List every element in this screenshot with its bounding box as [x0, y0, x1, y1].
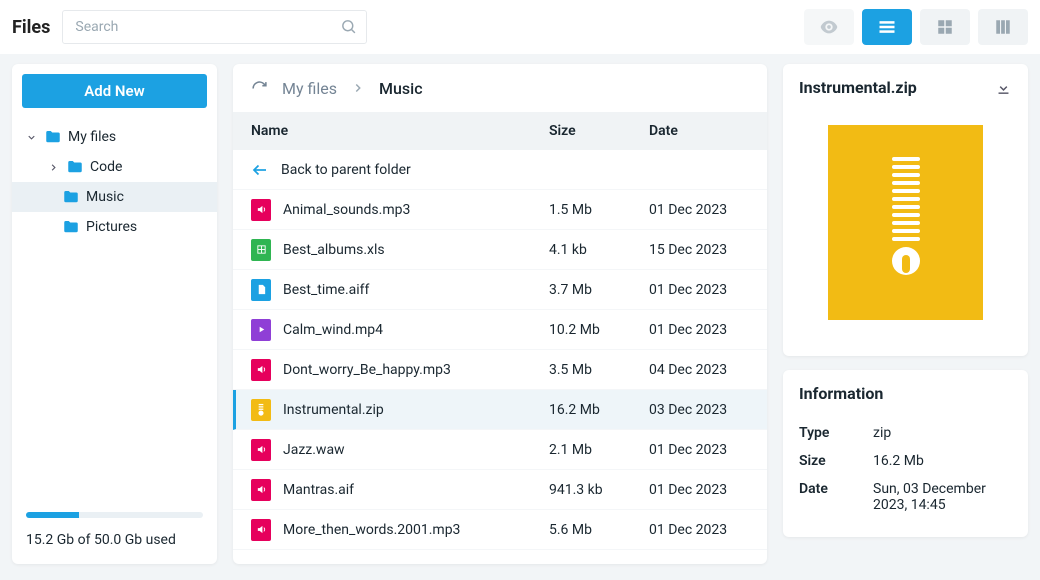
breadcrumb-parent[interactable]: My files	[282, 79, 337, 98]
file-file-icon	[251, 279, 271, 301]
tree-item[interactable]: Pictures	[12, 212, 217, 242]
back-label: Back to parent folder	[281, 162, 411, 178]
folder-icon	[62, 188, 80, 206]
storage-text: 15.2 Gb of 50.0 Gb used	[26, 532, 203, 548]
info-row: Typezip	[799, 419, 1012, 447]
tree-item-label: Music	[86, 189, 124, 205]
file-row[interactable]: Instrumental.zip 16.2 Mb03 Dec 2023	[233, 390, 767, 430]
file-row[interactable]: Best_albums.xls 4.1 kb15 Dec 2023	[233, 230, 767, 270]
refresh-icon[interactable]	[251, 80, 268, 97]
info-panel: Information TypezipSize16.2 MbDateSun, 0…	[783, 370, 1028, 537]
file-date: 01 Dec 2023	[649, 482, 767, 498]
file-name: Animal_sounds.mp3	[283, 202, 410, 218]
column-header-date[interactable]: Date	[649, 123, 767, 139]
file-name: Mantras.aif	[283, 482, 354, 498]
file-size: 5.6 Mb	[549, 522, 649, 538]
arrow-left-icon	[251, 161, 269, 179]
file-row[interactable]: Best_time.aiff 3.7 Mb01 Dec 2023	[233, 270, 767, 310]
file-list-panel: My files Music Name Size Date Back to pa…	[233, 64, 767, 564]
file-date: 01 Dec 2023	[649, 202, 767, 218]
video-file-icon	[251, 319, 271, 341]
file-size: 3.5 Mb	[549, 362, 649, 378]
folder-tree: My files Code Music Pictures	[12, 118, 217, 500]
file-size: 3.7 Mb	[549, 282, 649, 298]
search-box	[62, 10, 367, 44]
file-size: 10.2 Mb	[549, 322, 649, 338]
file-name: Dont_worry_Be_happy.mp3	[283, 362, 451, 378]
audio-file-icon	[251, 199, 271, 221]
folder-icon	[44, 128, 62, 146]
info-title: Information	[799, 384, 1012, 403]
file-name: More_then_words.2001.mp3	[283, 522, 460, 538]
file-name: Instrumental.zip	[283, 402, 384, 418]
file-row[interactable]: Dont_worry_Be_happy.mp3 3.5 Mb04 Dec 2023	[233, 350, 767, 390]
breadcrumb-current: Music	[379, 79, 423, 98]
file-date: 03 Dec 2023	[649, 402, 767, 418]
file-row[interactable]: Animal_sounds.mp3 1.5 Mb01 Dec 2023	[233, 190, 767, 230]
tree-item[interactable]: Code	[12, 152, 217, 182]
file-date: 01 Dec 2023	[649, 522, 767, 538]
file-row[interactable]: Jazz.waw 2.1 Mb01 Dec 2023	[233, 430, 767, 470]
list-view-button[interactable]	[862, 9, 912, 45]
folder-icon	[66, 158, 84, 176]
storage-meter: 15.2 Gb of 50.0 Gb used	[12, 500, 217, 564]
file-date: 15 Dec 2023	[649, 242, 767, 258]
info-key: Type	[799, 425, 873, 441]
preview-panel: Instrumental.zip	[783, 64, 1028, 356]
download-icon[interactable]	[995, 79, 1012, 96]
column-header-size[interactable]: Size	[549, 123, 649, 139]
tree-item[interactable]: My files	[12, 122, 217, 152]
audio-file-icon	[251, 479, 271, 501]
file-name: Best_time.aiff	[283, 282, 369, 298]
back-row[interactable]: Back to parent folder	[233, 150, 767, 190]
chevron-right-icon	[48, 162, 60, 173]
search-icon[interactable]	[340, 18, 357, 35]
tree-item-label: My files	[68, 129, 116, 145]
large-grid-view-button[interactable]	[978, 9, 1028, 45]
app-title: Files	[12, 17, 50, 38]
file-size: 1.5 Mb	[549, 202, 649, 218]
audio-file-icon	[251, 519, 271, 541]
info-value: 16.2 Mb	[873, 453, 1012, 469]
chevron-right-icon	[351, 81, 365, 95]
xls-file-icon	[251, 239, 271, 261]
search-input[interactable]	[62, 10, 367, 44]
add-new-button[interactable]: Add New	[22, 74, 207, 108]
folder-icon	[62, 218, 80, 236]
file-name: Jazz.waw	[283, 442, 345, 458]
info-row: Size16.2 Mb	[799, 447, 1012, 475]
zip-thumbnail	[828, 125, 983, 320]
preview-title: Instrumental.zip	[799, 78, 917, 97]
info-value: Sun, 03 December 2023, 14:45	[873, 481, 1012, 513]
preview-toggle-button[interactable]	[804, 9, 854, 45]
info-row: DateSun, 03 December 2023, 14:45	[799, 475, 1012, 519]
file-row[interactable]: Calm_wind.mp4 10.2 Mb01 Dec 2023	[233, 310, 767, 350]
file-size: 941.3 kb	[549, 482, 649, 498]
chevron-down-icon	[26, 132, 38, 143]
audio-file-icon	[251, 439, 271, 461]
file-size: 2.1 Mb	[549, 442, 649, 458]
file-date: 01 Dec 2023	[649, 282, 767, 298]
file-name: Calm_wind.mp4	[283, 322, 383, 338]
info-key: Size	[799, 453, 873, 469]
file-date: 01 Dec 2023	[649, 442, 767, 458]
small-grid-view-button[interactable]	[920, 9, 970, 45]
file-size: 4.1 kb	[549, 242, 649, 258]
info-value: zip	[873, 425, 1012, 441]
file-row[interactable]: Mantras.aif 941.3 kb01 Dec 2023	[233, 470, 767, 510]
audio-file-icon	[251, 359, 271, 381]
tree-item-label: Pictures	[86, 219, 137, 235]
sidebar: Add New My files Code Music Pictures 15.2 G…	[12, 64, 217, 564]
file-name: Best_albums.xls	[283, 242, 385, 258]
zip-file-icon	[251, 399, 271, 421]
info-key: Date	[799, 481, 873, 513]
file-date: 04 Dec 2023	[649, 362, 767, 378]
file-size: 16.2 Mb	[549, 402, 649, 418]
file-date: 01 Dec 2023	[649, 322, 767, 338]
file-row[interactable]: More_then_words.2001.mp3 5.6 Mb01 Dec 202…	[233, 510, 767, 550]
tree-item-label: Code	[90, 159, 122, 175]
tree-item[interactable]: Music	[12, 182, 217, 212]
column-header-name[interactable]: Name	[233, 123, 549, 139]
